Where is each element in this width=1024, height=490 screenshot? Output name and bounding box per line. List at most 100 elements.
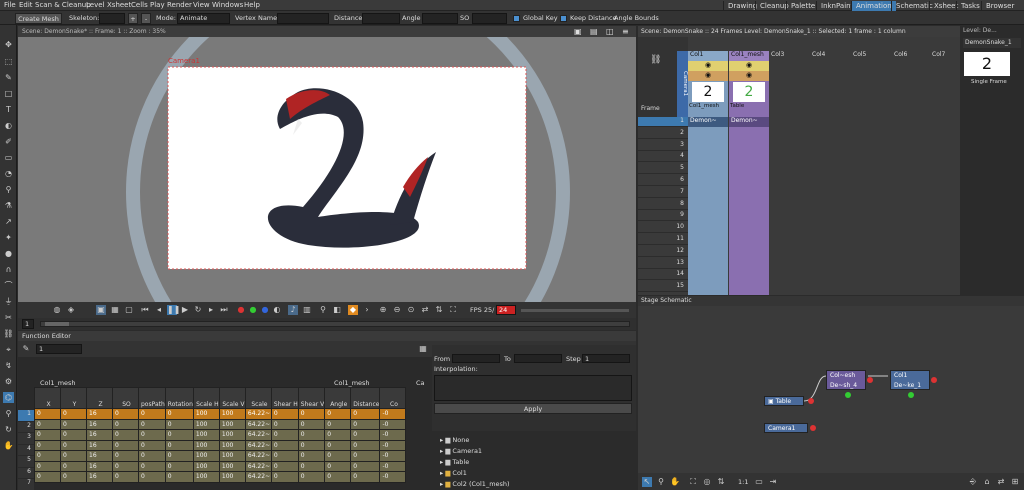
col-header[interactable]: Co — [379, 387, 407, 409]
table-cell[interactable]: 0 — [324, 439, 352, 451]
table-cell[interactable]: 0 — [270, 460, 299, 472]
table-cell[interactable]: 0 — [270, 418, 299, 430]
frame-number[interactable]: 11 — [638, 235, 688, 245]
table-row[interactable]: 0 0 16 0 0 0 100 100 64.22~ 0 0 0 0 -0 — [34, 471, 407, 483]
eraser-tool-icon[interactable]: ▭ — [3, 152, 14, 163]
table-cell[interactable]: 16 — [86, 408, 113, 420]
table-cell[interactable]: 100 — [218, 408, 246, 420]
red-channel-icon[interactable]: ● — [236, 305, 246, 315]
table-cell[interactable]: 0 — [350, 429, 381, 441]
camera-port[interactable] — [810, 425, 816, 431]
brush-tool-icon[interactable]: ✎ — [3, 72, 14, 83]
output-icon[interactable]: ⇥ — [768, 477, 778, 487]
magnet-tool-icon[interactable]: ∩ — [3, 264, 14, 275]
table-cell[interactable]: 0 — [34, 408, 61, 420]
cutter-tool-icon[interactable]: ✂ — [3, 312, 14, 323]
table-row[interactable]: 0 0 16 0 0 0 100 100 64.22~ 0 0 0 0 -0 — [34, 439, 407, 451]
viewer-mode-icon[interactable]: ▣ — [96, 305, 106, 315]
table-cell[interactable]: 64.22~ — [244, 418, 272, 430]
table-cell[interactable]: 100 — [218, 471, 246, 483]
table-cell[interactable]: 0 — [138, 450, 166, 462]
col-header[interactable]: Angle — [324, 387, 352, 409]
vertex-name-field[interactable] — [277, 13, 329, 24]
focus-current-icon[interactable]: ◎ — [702, 477, 712, 487]
fit-icon[interactable]: ⛶ — [448, 305, 458, 315]
histogram-icon[interactable]: ▥ — [302, 305, 312, 315]
col1-port[interactable] — [931, 377, 937, 383]
table-cell[interactable]: 0 — [164, 429, 194, 441]
table-cell[interactable]: 0 — [34, 418, 61, 430]
node-camera[interactable]: Camera1 — [764, 423, 808, 433]
table-row[interactable]: 0 0 16 0 0 0 100 100 64.22~ 0 0 0 0 -0 — [34, 408, 407, 420]
frame-number[interactable]: 10 — [638, 223, 688, 234]
frame-slider[interactable] — [40, 321, 630, 327]
col-header[interactable]: Z — [86, 387, 113, 409]
table-cell[interactable]: 0 — [60, 471, 87, 483]
table-cell[interactable]: -0 — [379, 439, 407, 451]
fe-frame-field[interactable]: 1 — [36, 344, 82, 354]
hand-mode-icon[interactable]: ✋ — [670, 477, 680, 487]
table-cell[interactable]: 64.22~ — [244, 460, 272, 472]
pinch-tool-icon[interactable]: ✦ — [3, 232, 14, 243]
table-cell[interactable]: 64.22~ — [244, 450, 272, 462]
spreadsheet[interactable]: Col1_mesh Col1_mesh Ca X Y Z SO posPath … — [18, 357, 430, 490]
level-strip-name[interactable]: DemonSnake_1 — [963, 38, 1021, 48]
mode-select[interactable]: Animate — [177, 13, 230, 24]
remove-skeleton-button[interactable]: - — [141, 13, 151, 24]
skeleton-tool-icon[interactable]: ⛓ — [3, 328, 14, 339]
menu-file[interactable]: File — [4, 1, 16, 9]
reset-size-label[interactable]: 1:1 — [738, 478, 748, 486]
scene-viewer[interactable]: Camera1 — [18, 37, 636, 302]
column-header-col7[interactable]: Col7 — [930, 51, 945, 58]
next-key-icon[interactable]: › — [362, 305, 372, 315]
table-cell[interactable]: 0 — [297, 408, 326, 420]
viewer-menu-icon[interactable]: ≡ — [622, 27, 629, 36]
table-cell[interactable]: -0 — [379, 460, 407, 472]
paint-brush-tool-icon[interactable]: ✐ — [3, 136, 14, 147]
mesh-child-port[interactable] — [845, 392, 851, 398]
tracker-tool-icon[interactable]: ⌖ — [3, 344, 14, 355]
keep-distance-checkbox[interactable] — [560, 15, 567, 22]
table-cell[interactable]: 0 — [138, 439, 166, 451]
node-col1[interactable]: Col1 De~ke_1 — [890, 370, 930, 390]
table-cell[interactable]: 0 — [112, 429, 139, 441]
bender-tool-icon[interactable]: ⌒ — [3, 280, 14, 291]
table-cell[interactable]: 0 — [270, 471, 299, 483]
cell-mesh-frame1[interactable]: Demon~ — [729, 117, 769, 127]
skeleton-select[interactable] — [99, 13, 125, 24]
frame-field[interactable]: 1 — [22, 319, 34, 329]
menu-view[interactable]: View — [193, 1, 210, 9]
select-mode-icon[interactable]: ↖ — [642, 477, 652, 487]
table-cell[interactable]: 0 — [164, 460, 194, 472]
column-header-col5[interactable]: Col5 — [851, 51, 866, 58]
control-point-editor-icon[interactable]: ↗ — [3, 216, 14, 227]
table-cell[interactable]: 100 — [192, 429, 220, 441]
table-cell[interactable]: 0 — [112, 408, 139, 420]
fe-toggle-icon[interactable]: ▦ — [418, 344, 428, 354]
add-skeleton-button[interactable]: + — [128, 13, 138, 24]
table-cell[interactable]: 0 — [60, 460, 87, 472]
table-cell[interactable]: 0 — [138, 408, 166, 420]
table-cell[interactable]: 16 — [86, 471, 113, 483]
table-cell[interactable]: 16 — [86, 429, 113, 441]
table-cell[interactable]: 0 — [138, 418, 166, 430]
table-cell[interactable]: 16 — [86, 450, 113, 462]
table-cell[interactable]: 0 — [297, 471, 326, 483]
zoom-fit-icon[interactable]: ⚲ — [318, 305, 328, 315]
table-cell[interactable]: 0 — [270, 439, 299, 451]
zoom-reset-icon[interactable]: ⊙ — [406, 305, 416, 315]
table-cell[interactable]: 0 — [297, 460, 326, 472]
table-cell[interactable]: 100 — [218, 460, 246, 472]
table-cell[interactable]: 0 — [324, 460, 352, 472]
col-header[interactable]: Rotation — [164, 387, 194, 409]
new-camera-icon[interactable]: ⌂ — [982, 477, 992, 487]
tree-item-table[interactable]: ▸ ▆ Table — [440, 458, 469, 466]
table-cell[interactable]: 0 — [164, 418, 194, 430]
table-cell[interactable]: 16 — [86, 418, 113, 430]
table-cell[interactable]: 100 — [192, 418, 220, 430]
table-cell[interactable]: 0 — [34, 439, 61, 451]
table-cell[interactable]: 0 — [324, 408, 352, 420]
iron-tool-icon[interactable]: ⏚ — [3, 296, 14, 307]
table-cell[interactable]: 0 — [138, 460, 166, 472]
play-icon[interactable]: ▶ — [180, 305, 190, 315]
